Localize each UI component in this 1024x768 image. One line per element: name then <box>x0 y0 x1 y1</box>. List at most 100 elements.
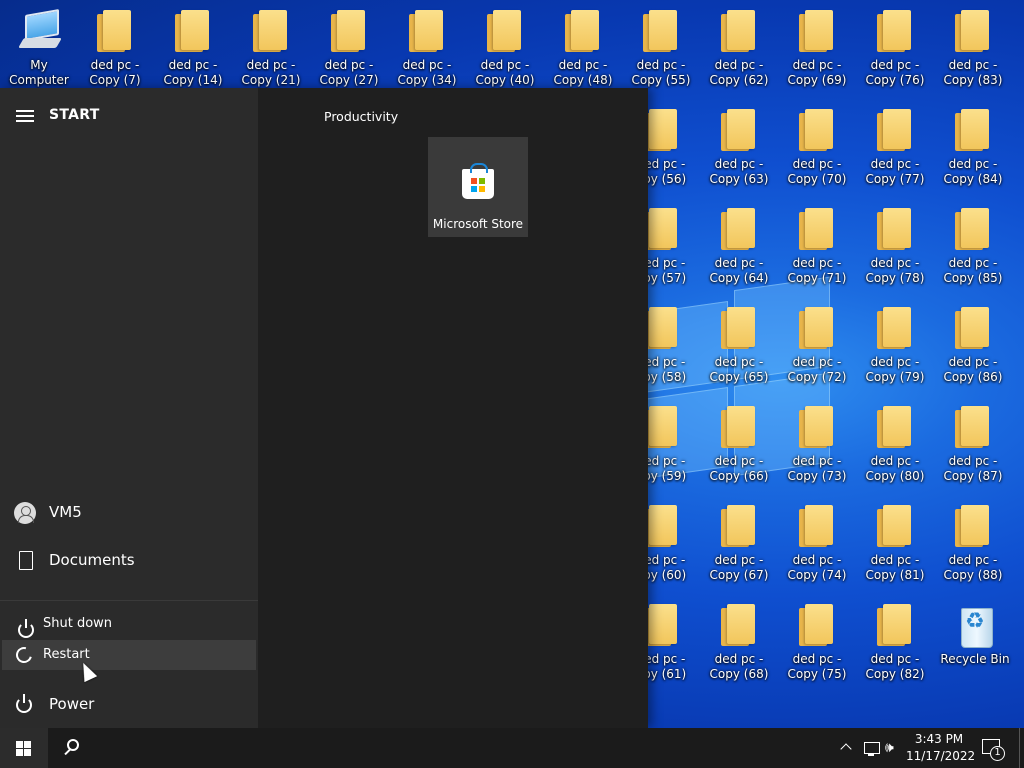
folder-icon-item[interactable]: ded pc - Copy (65) <box>701 305 777 395</box>
microsoft-store-tile[interactable]: Microsoft Store <box>428 137 528 237</box>
tile-label: Microsoft Store <box>432 217 524 231</box>
volume-icon[interactable]: 🕪 <box>885 728 905 768</box>
icon-label-line-1: ded pc - <box>714 454 764 468</box>
show-desktop-button[interactable] <box>1019 728 1020 768</box>
folder-icon-item[interactable]: ded pc - Copy (34) <box>389 8 465 98</box>
folder-icon-item[interactable]: ded pc - Copy (87) <box>935 404 1011 494</box>
folder-icon-item[interactable]: ded pc - Copy (81) <box>857 503 933 593</box>
folder-icon-item[interactable]: ded pc - Copy (85) <box>935 206 1011 296</box>
folder-icon-item[interactable]: ded pc - Copy (77) <box>857 107 933 197</box>
icon-label-line-1: ded pc - <box>714 355 764 369</box>
folder-icon-item[interactable]: ded pc - Copy (82) <box>857 602 933 692</box>
folder-icon-item[interactable]: ded pc - Copy (70) <box>779 107 855 197</box>
folder-icon <box>251 10 291 54</box>
folder-icon <box>797 505 837 549</box>
folder-icon-item[interactable]: ded pc - Copy (73) <box>779 404 855 494</box>
icon-label-line-2: Copy (83) <box>943 73 1003 87</box>
folder-icon-item[interactable]: ded pc - Copy (67) <box>701 503 777 593</box>
icon-label-line-2: Copy (34) <box>397 73 457 87</box>
clock[interactable]: 3:43 PM 11/17/2022 <box>906 731 976 765</box>
computer-icon <box>19 10 59 54</box>
folder-icon <box>875 307 915 351</box>
folder-icon <box>95 10 135 54</box>
clock-date: 11/17/2022 <box>906 749 976 763</box>
icon-label-line-2: Copy (65) <box>709 370 769 384</box>
icon-label-line-2: Copy (81) <box>865 568 925 582</box>
icon-label: My Computer <box>9 58 69 87</box>
folder-icon <box>719 208 759 252</box>
folder-icon-item[interactable]: ded pc - Copy (62) <box>701 8 777 98</box>
icon-label-line-2: Copy (74) <box>787 568 847 582</box>
chevron-up-icon[interactable] <box>838 728 856 768</box>
folder-icon-item[interactable]: ded pc - Copy (86) <box>935 305 1011 395</box>
folder-icon-item[interactable]: ded pc - Copy (78) <box>857 206 933 296</box>
folder-icon-item[interactable]: ded pc - Copy (14) <box>155 8 231 98</box>
icon-label-line-1: ded pc - <box>870 355 920 369</box>
folder-icon <box>797 307 837 351</box>
icon-label-line-2: Copy (21) <box>241 73 301 87</box>
icon-label-line-1: ded pc - <box>948 256 998 270</box>
clock-time: 3:43 PM <box>914 732 964 746</box>
restart-button[interactable]: Restart <box>2 640 256 670</box>
folder-icon-item[interactable]: ded pc - Copy (66) <box>701 404 777 494</box>
recycle-bin-icon[interactable]: Recycle Bin <box>937 602 1013 692</box>
user-account-button[interactable]: VM5 <box>0 492 258 532</box>
icon-label-line-1: ded pc - <box>90 58 140 72</box>
tile-group-title[interactable]: Productivity <box>324 109 398 124</box>
folder-icon-item[interactable]: ded pc - Copy (75) <box>779 602 855 692</box>
icon-label-line-1: ded pc - <box>714 157 764 171</box>
icon-label-line-1: ded pc - <box>714 652 764 666</box>
folder-icon-item[interactable]: ded pc - Copy (84) <box>935 107 1011 197</box>
folder-icon <box>953 109 993 153</box>
folder-icon <box>719 10 759 54</box>
folder-icon-item[interactable]: ded pc - Copy (72) <box>779 305 855 395</box>
icon-label-line-1: ded pc - <box>870 652 920 666</box>
folder-icon-item[interactable]: ded pc - Copy (64) <box>701 206 777 296</box>
folder-icon <box>953 10 993 54</box>
folder-icon-item[interactable]: ded pc - Copy (80) <box>857 404 933 494</box>
folder-icon-item[interactable]: ded pc - Copy (68) <box>701 602 777 692</box>
icon-label-line-2: Copy (64) <box>709 271 769 285</box>
icon-label-line-1: ded pc - <box>792 58 842 72</box>
hamburger-menu-icon[interactable] <box>16 110 34 122</box>
icon-label-line-2: Copy (66) <box>709 469 769 483</box>
folder-icon-item[interactable]: ded pc - Copy (63) <box>701 107 777 197</box>
folder-icon <box>953 208 993 252</box>
icon-label-line-2: Copy (73) <box>787 469 847 483</box>
folder-icon-item[interactable]: ded pc - Copy (55) <box>623 8 699 98</box>
shut-down-label: Shut down <box>43 616 113 631</box>
document-icon <box>14 550 36 572</box>
folder-icon-item[interactable]: ded pc - Copy (83) <box>935 8 1011 98</box>
action-center-button[interactable]: 1 <box>982 738 1005 761</box>
start-button[interactable] <box>0 728 48 768</box>
folder-icon-item[interactable]: ded pc - Copy (88) <box>935 503 1011 593</box>
icon-label-line-1: ded pc - <box>870 553 920 567</box>
folder-icon <box>173 10 213 54</box>
folder-icon-item[interactable]: ded pc - Copy (27) <box>311 8 387 98</box>
folder-icon-item[interactable]: ded pc - Copy (40) <box>467 8 543 98</box>
power-button[interactable]: Power <box>0 684 258 724</box>
folder-icon-item[interactable]: ded pc - Copy (76) <box>857 8 933 98</box>
folder-icon-item[interactable]: ded pc - Copy (7) <box>77 8 153 98</box>
taskbar: 🕪 3:43 PM 11/17/2022 1 <box>0 728 1024 768</box>
folder-icon-item[interactable]: ded pc - Copy (79) <box>857 305 933 395</box>
start-header[interactable]: START <box>0 102 258 130</box>
folder-icon-item[interactable]: ded pc - Copy (21) <box>233 8 309 98</box>
my-computer-icon[interactable]: My Computer <box>1 8 77 98</box>
folder-icon-item[interactable]: ded pc - Copy (48) <box>545 8 621 98</box>
shut-down-button[interactable]: Shut down <box>2 609 256 639</box>
folder-icon-item[interactable]: ded pc - Copy (69) <box>779 8 855 98</box>
icon-label: Recycle Bin <box>940 652 1010 666</box>
start-menu-left-pane: START VM5 Documents Shut down Restart Po… <box>0 88 258 728</box>
folder-icon <box>953 406 993 450</box>
documents-button[interactable]: Documents <box>0 540 258 580</box>
folder-icon <box>875 406 915 450</box>
network-icon[interactable] <box>862 728 882 768</box>
folder-icon <box>797 604 837 648</box>
power-options-flyout: Shut down Restart <box>0 600 258 676</box>
folder-icon-item[interactable]: ded pc - Copy (71) <box>779 206 855 296</box>
folder-icon-item[interactable]: ded pc - Copy (74) <box>779 503 855 593</box>
icon-label-line-1: ded pc - <box>792 355 842 369</box>
power-label: Power <box>49 695 95 713</box>
folder-icon <box>875 505 915 549</box>
